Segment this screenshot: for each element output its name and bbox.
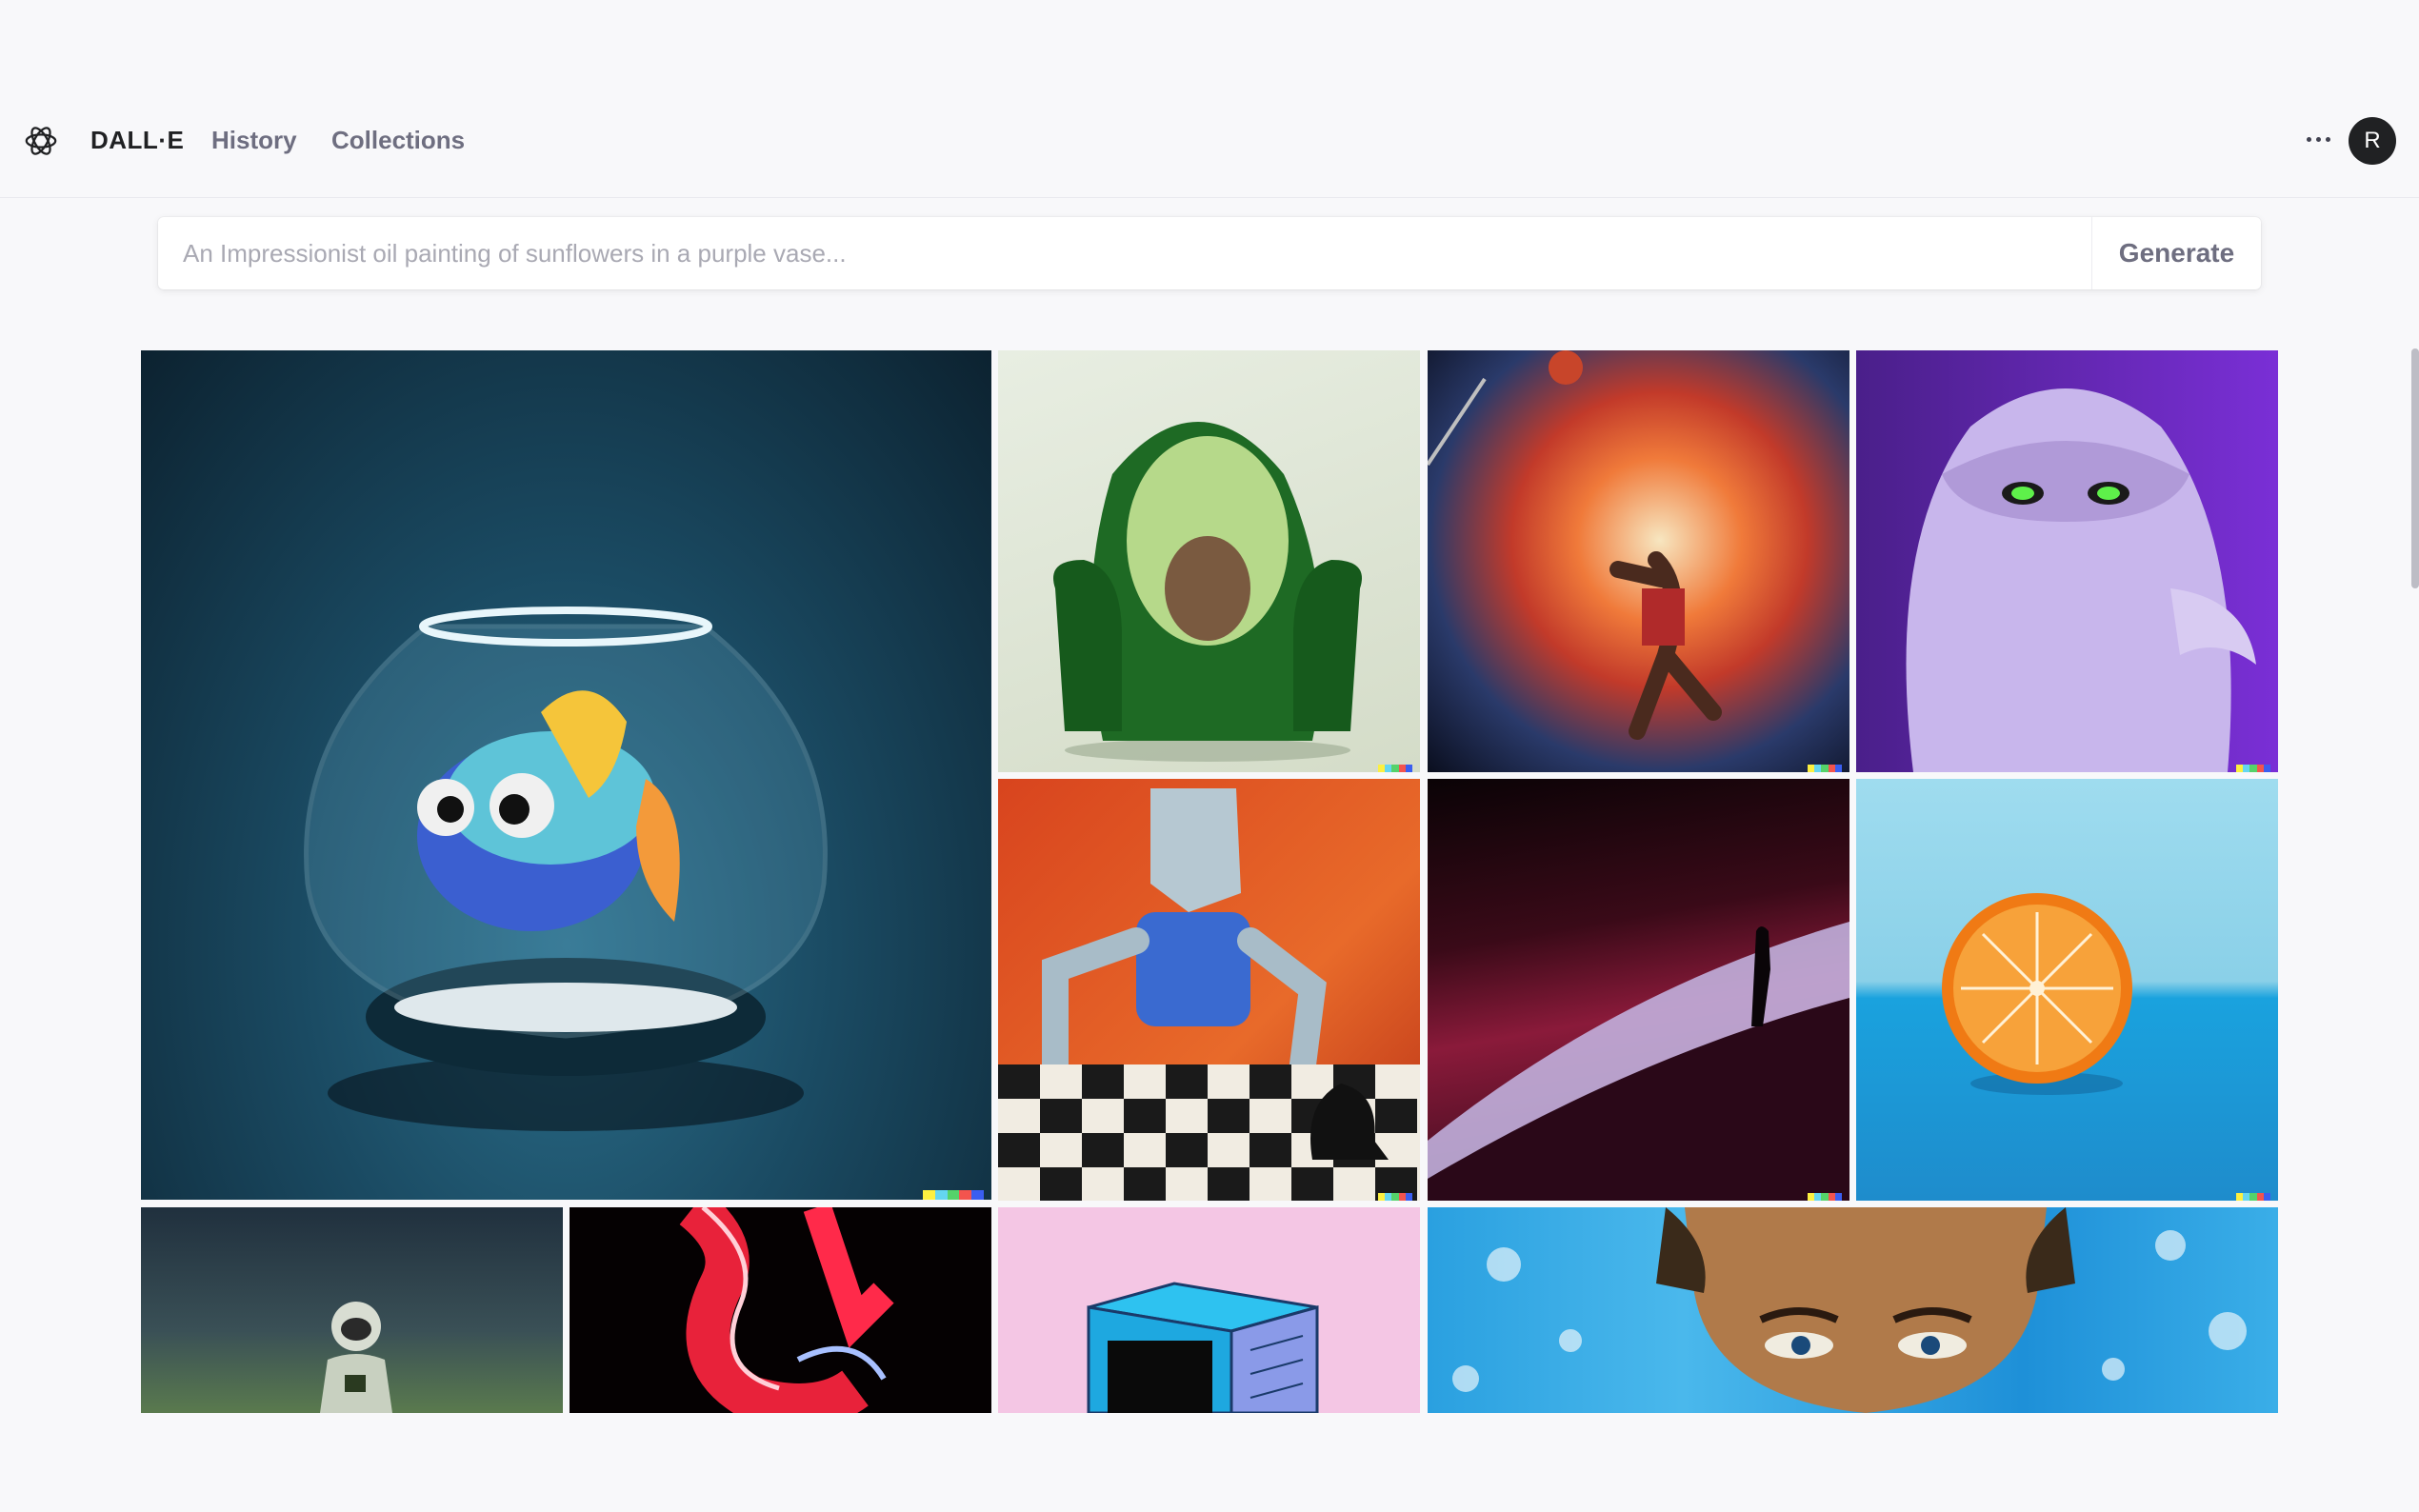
gallery-image-goldfish-bowl[interactable] <box>141 350 991 1200</box>
gallery-image-painted-face[interactable] <box>1428 1207 2278 1413</box>
gallery-image-neon-shape[interactable] <box>570 1207 991 1413</box>
more-options-icon[interactable] <box>2301 122 2335 156</box>
signature-badge <box>1378 765 1413 772</box>
signature-badge <box>2236 765 2271 772</box>
generate-button[interactable]: Generate <box>2091 217 2261 289</box>
signature-badge <box>1808 765 1843 772</box>
brand-name[interactable]: DALL·E <box>90 126 184 155</box>
gallery-image-purple-furry-monster[interactable] <box>1856 350 2278 772</box>
top-nav: DALL·E History Collections <box>0 95 2419 198</box>
signature-badge <box>2236 1193 2271 1201</box>
gallery-image-figure-in-desert-dunes[interactable] <box>1428 779 1849 1201</box>
prompt-bar: Generate <box>158 217 2261 289</box>
nav-history[interactable]: History <box>211 126 297 155</box>
signature-badge <box>1808 1193 1843 1201</box>
prompt-input[interactable] <box>158 217 2091 289</box>
gallery-image-avocado-armchair[interactable] <box>998 350 1420 772</box>
scrollbar[interactable] <box>2411 348 2419 588</box>
nav-collections[interactable]: Collections <box>331 126 465 155</box>
signature-badge <box>923 1190 984 1200</box>
avatar[interactable]: R <box>2349 117 2396 165</box>
gallery-image-astronaut[interactable] <box>141 1207 563 1413</box>
gallery-image-blue-box-on-pink[interactable] <box>998 1207 1420 1413</box>
openai-logo-icon[interactable] <box>23 123 59 159</box>
gallery-image-robot-playing-chess[interactable] <box>998 779 1420 1201</box>
signature-badge <box>1378 1193 1413 1201</box>
gallery-image-half-orange[interactable] <box>1856 779 2278 1201</box>
gallery-image-cosmic-basketball-dunk[interactable] <box>1428 350 1849 772</box>
